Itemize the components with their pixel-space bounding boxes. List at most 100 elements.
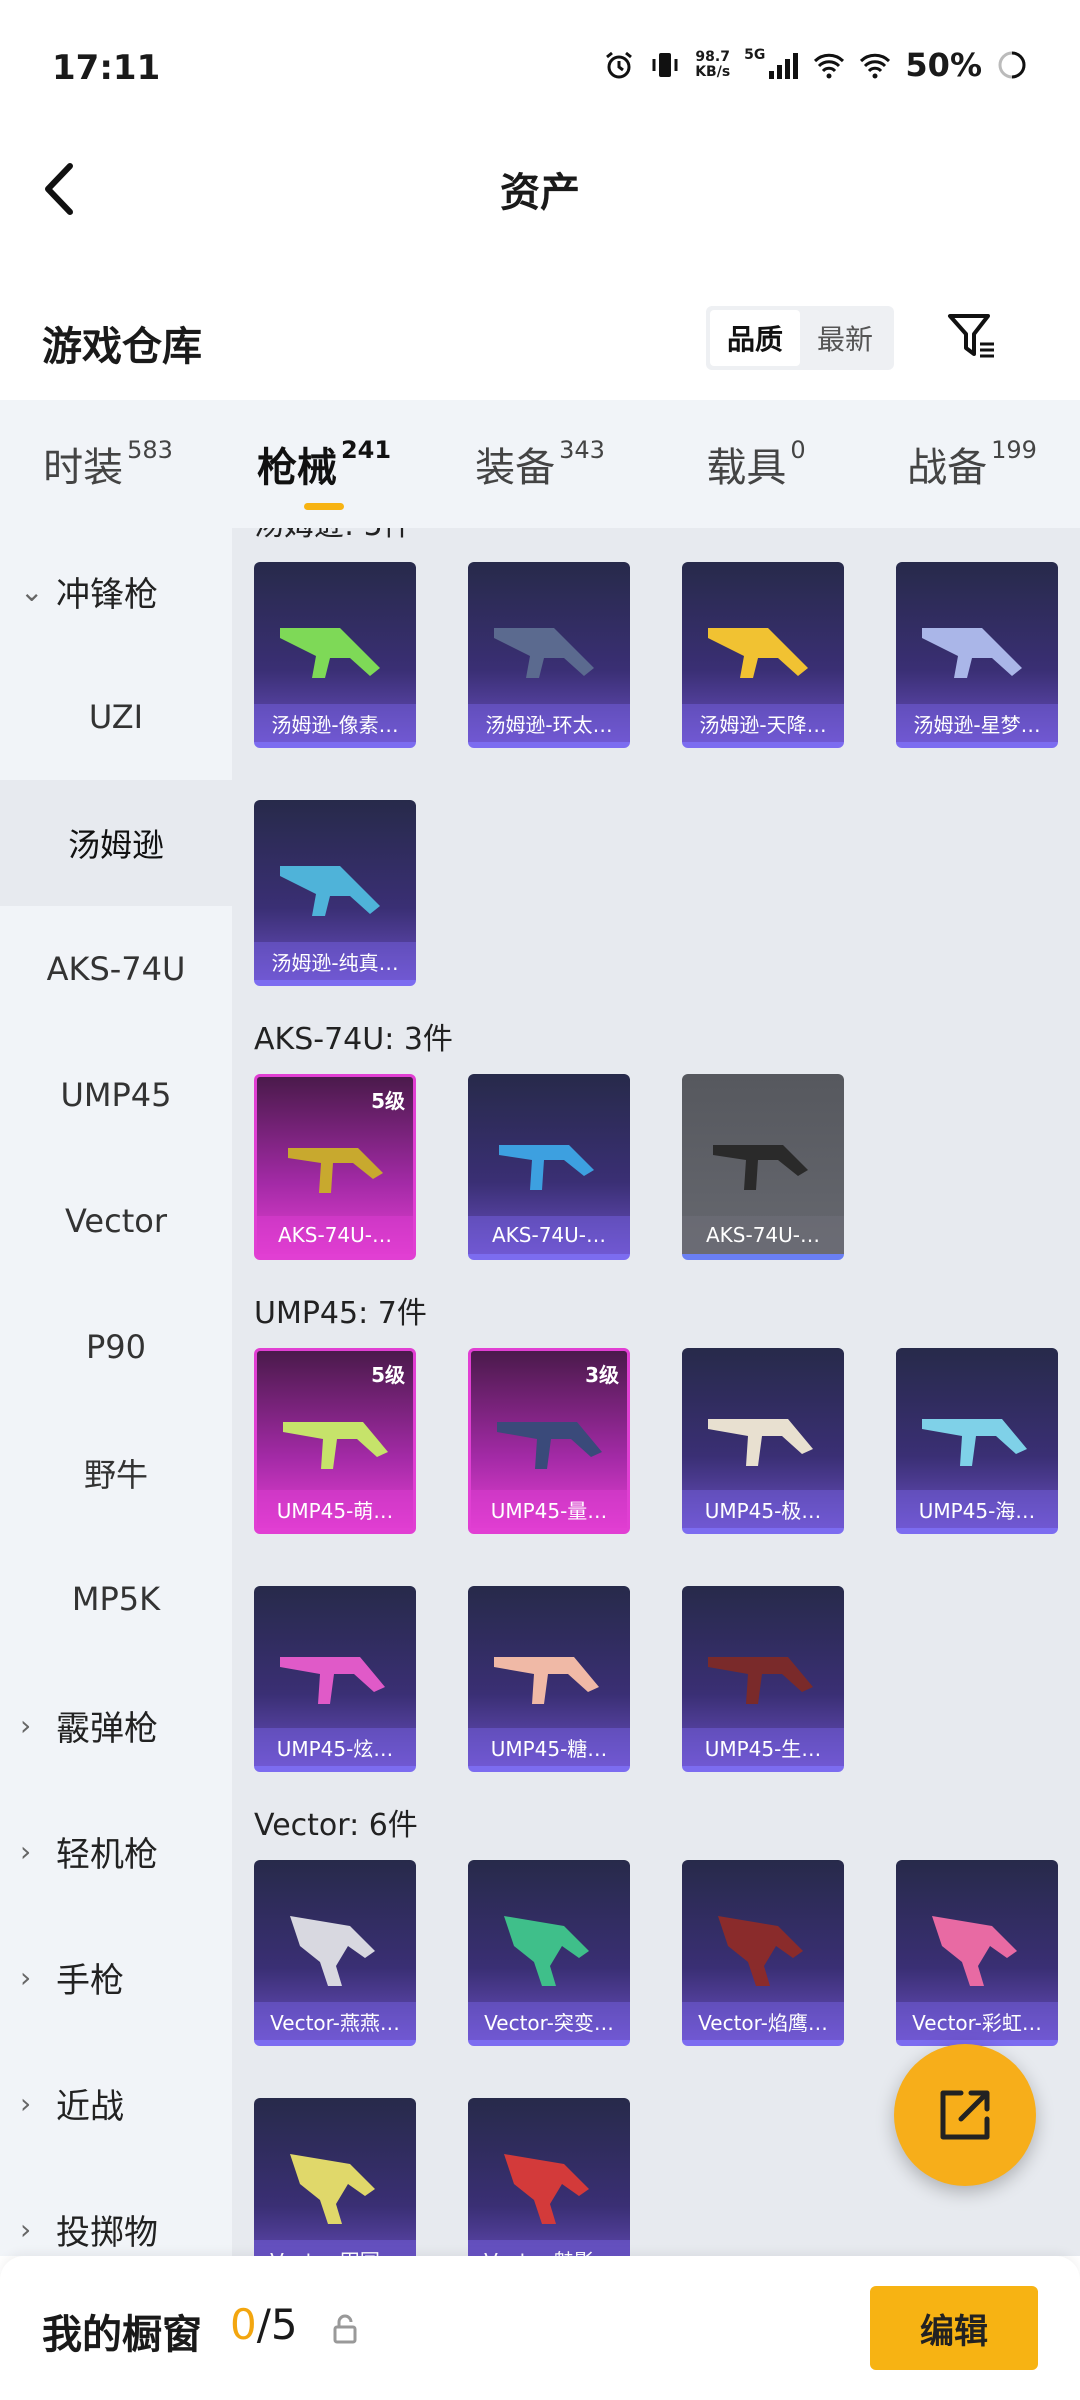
vector-gun-icon (718, 1916, 803, 1986)
weapon-card[interactable]: UMP45-生… (682, 1586, 844, 1772)
weapon-card[interactable]: Vector-燕燕… (254, 1860, 416, 2046)
smg-icon (288, 1148, 383, 1193)
sort-toggle: 品质 最新 (706, 306, 894, 370)
weapon-card[interactable]: 5级 AKS-74U-… (254, 1074, 416, 1260)
weapon-card[interactable]: Vector-彩虹… (896, 1860, 1058, 2046)
tab-guns[interactable]: 枪械 241 (216, 400, 432, 528)
showcase-count: 0/5 (230, 2300, 298, 2349)
weapon-card[interactable]: UMP45-极… (682, 1348, 844, 1534)
smg-icon (494, 1657, 599, 1704)
weapon-card[interactable]: 汤姆逊-环太… (468, 562, 630, 748)
ump-grid: 5级 UMP45-萌… 3级 UMP45-量… UMP45-极… UMP45-海… … (232, 1348, 1080, 1824)
weapon-card[interactable]: 5级 UMP45-萌… (254, 1348, 416, 1534)
smg-icon (708, 1419, 813, 1466)
sidebar-group-lmg[interactable]: › 轻机枪 (0, 1788, 232, 1914)
chevron-right-icon: › (20, 2086, 32, 2120)
weapon-card[interactable]: UMP45-炫… (254, 1586, 416, 1772)
weapon-card[interactable]: UMP45-糖… (468, 1586, 630, 1772)
section-label-thompson: 汤姆逊: 5件 (254, 528, 413, 544)
weapon-card[interactable]: 汤姆逊-星梦… (896, 562, 1058, 748)
status-icons: 98.7 KB/s 5G 50% (603, 46, 1028, 84)
edit-button[interactable]: 编辑 (870, 2286, 1038, 2370)
category-tabs: 时装 583 枪械 241 装备 343 载具 0 战备 199 (0, 400, 1080, 528)
sidebar-item-uzi[interactable]: UZI (0, 654, 232, 780)
wifi-icon (814, 53, 845, 79)
battery-text: 50% (905, 46, 982, 84)
sidebar-group-shotgun[interactable]: › 霰弹枪 (0, 1662, 232, 1788)
smg-icon (497, 1422, 602, 1469)
sidebar-group-melee[interactable]: › 近战 (0, 2040, 232, 2166)
chevron-right-icon: › (20, 2212, 32, 2246)
vector-gun-icon (504, 2154, 589, 2224)
alarm-icon (606, 51, 633, 79)
share-button[interactable] (894, 2044, 1036, 2186)
chevron-right-icon: › (20, 1834, 32, 1868)
section-label-ump: UMP45: 7件 (254, 1296, 427, 1331)
smg-icon (922, 1419, 1027, 1466)
sort-quality-button[interactable]: 品质 (710, 310, 800, 366)
sidebar-group-smg[interactable]: ⌄ 冲锋枪 (0, 528, 232, 654)
weapon-card[interactable]: 汤姆逊-纯真… (254, 800, 416, 986)
smg-icon (280, 1657, 385, 1704)
sort-newest-button[interactable]: 最新 (800, 310, 890, 366)
tommy-gun-icon (708, 628, 808, 678)
page-title: 资产 (500, 170, 580, 216)
chevron-right-icon: › (20, 1708, 32, 1742)
smg-icon (713, 1145, 808, 1190)
sidebar-item-vector[interactable]: Vector (0, 1158, 232, 1284)
tab-fashion[interactable]: 时装 583 (0, 400, 216, 528)
vector-gun-icon (932, 1916, 1017, 1986)
smg-icon (283, 1422, 388, 1469)
tommy-gun-icon (280, 866, 380, 916)
warehouse-title: 游戏仓库 (42, 324, 202, 370)
vector-gun-icon (504, 1916, 589, 1986)
sidebar-item-mp5k[interactable]: MP5K (0, 1536, 232, 1662)
lock-icon (333, 2314, 357, 2344)
sidebar-item-aks74u[interactable]: AKS-74U (0, 906, 232, 1032)
weapon-card[interactable]: 汤姆逊-天降… (682, 562, 844, 748)
weapon-card[interactable]: Vector-焰鹰… (682, 1860, 844, 2046)
sidebar-item-thompson[interactable]: 汤姆逊 (0, 780, 232, 906)
chevron-down-icon: ⌄ (20, 574, 44, 608)
battery-icon (998, 51, 1026, 79)
tommy-gun-icon (494, 628, 594, 678)
tab-supplies[interactable]: 战备 199 (864, 400, 1080, 528)
sidebar-item-ump45[interactable]: UMP45 (0, 1032, 232, 1158)
section-label-vector: Vector: 6件 (254, 1808, 418, 1843)
smg-icon (499, 1145, 594, 1190)
weapon-card[interactable]: UMP45-海… (896, 1348, 1058, 1534)
weapon-card[interactable]: Vector-魅影… (468, 2098, 630, 2256)
weapon-card[interactable]: 汤姆逊-像素… (254, 562, 416, 748)
weapon-card[interactable]: 3级 UMP45-量… (468, 1348, 630, 1534)
showcase-footer: 我的橱窗 0/5 编辑 (0, 2256, 1080, 2400)
sidebar-group-pistol[interactable]: › 手枪 (0, 1914, 232, 2040)
filter-icon[interactable] (944, 308, 1000, 364)
sidebar-item-p90[interactable]: P90 (0, 1284, 232, 1410)
status-time: 17:11 (52, 48, 161, 88)
weapon-sidebar: ⌄ 冲锋枪 UZI 汤姆逊 AKS-74U UMP45 Vector P90 野牛… (0, 528, 232, 2256)
sidebar-item-bizon[interactable]: 野牛 (0, 1410, 232, 1536)
smg-icon (708, 1657, 813, 1704)
vector-gun-icon (290, 2154, 375, 2224)
weapon-card[interactable]: AKS-74U-… (468, 1074, 630, 1260)
tab-vehicles[interactable]: 载具 0 (648, 400, 864, 528)
external-link-icon (940, 2090, 990, 2140)
weapon-grid-area[interactable]: 汤姆逊: 5件 汤姆逊-像素… 汤姆逊-环太… 汤姆逊-天降… 汤姆逊-星梦… … (232, 528, 1080, 2256)
weapon-card[interactable]: AKS-74U-… (682, 1074, 844, 1260)
tommy-gun-icon (280, 628, 380, 678)
showcase-label: 我的橱窗 (42, 2312, 202, 2358)
status-bar: 17:11 98.7 KB/s 5G 50% (0, 0, 1080, 140)
network-speed: 98.7 KB/s (695, 49, 731, 80)
nav-bar: 资产 (0, 140, 1080, 270)
weapon-card[interactable]: Vector-突变… (468, 1860, 630, 2046)
tab-equipment[interactable]: 装备 343 (432, 400, 648, 528)
signal-icon: 5G (744, 47, 799, 81)
aks-grid: 5级 AKS-74U-… AKS-74U-… AKS-74U-… (232, 1074, 1080, 1312)
weapon-card[interactable]: Vector-田园… (254, 2098, 416, 2256)
thompson-grid: 汤姆逊-像素… 汤姆逊-环太… 汤姆逊-天降… 汤姆逊-星梦… 汤姆逊-纯真… (232, 562, 1080, 1038)
tommy-gun-icon (922, 628, 1022, 678)
wifi-icon-2 (860, 53, 891, 79)
chevron-right-icon: › (20, 1960, 32, 1994)
vector-gun-icon (290, 1916, 375, 1986)
vibrate-icon (652, 53, 678, 77)
